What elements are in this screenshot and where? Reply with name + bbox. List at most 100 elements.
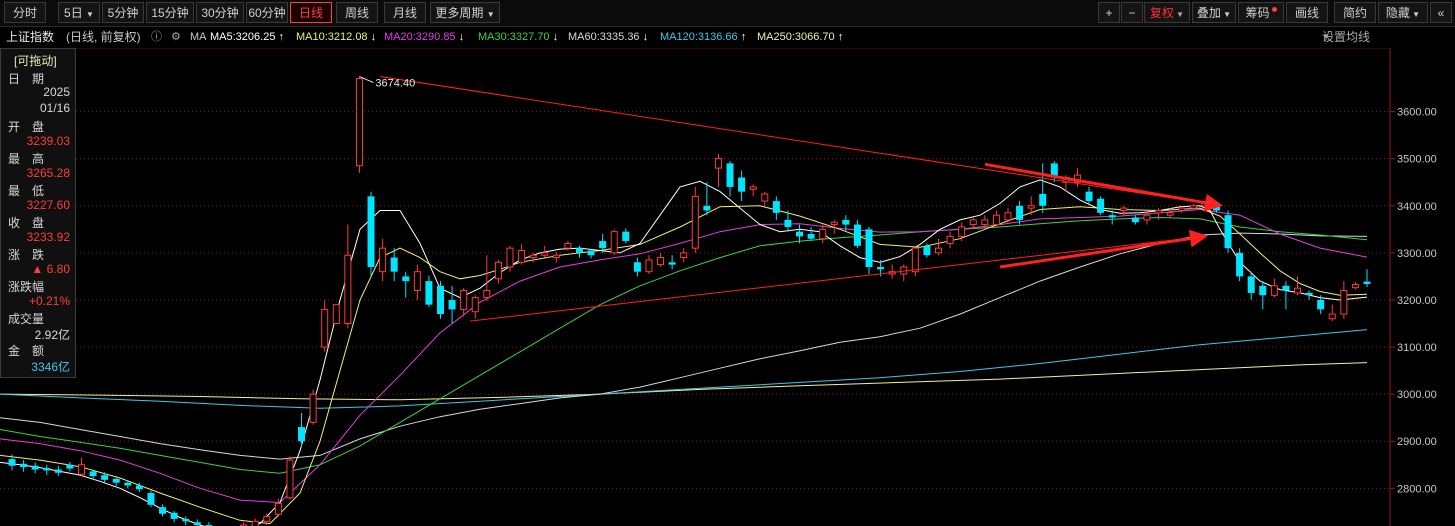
candle-body [934,247,942,254]
candle [738,170,746,202]
candle [703,182,711,216]
pct-label: 涨跌幅 [8,280,45,294]
help-icon[interactable]: ⓘ [151,27,162,47]
ma120-text: MA120:3136.66 [660,31,738,43]
toolbar-more-button[interactable]: « [1430,2,1452,23]
open-value: 3239.03 [26,134,70,148]
period-tab-daily[interactable]: 日线 [290,2,332,23]
candle [379,238,387,282]
y-tick-label: 3600.00 [1397,107,1437,119]
candle-body [1016,205,1024,220]
zoom-out-button[interactable]: − [1121,2,1143,23]
candle [332,304,340,324]
candle-body [101,475,109,480]
gear-icon[interactable]: ⚙ [171,27,181,47]
candle-body [1363,281,1371,284]
toolbar: 分时 5日 ▼ 5分钟 15分钟 30分钟 60分钟 日线 周线 月线 更多周期… [0,0,1455,27]
candle-body [714,158,722,169]
candle-body [633,262,641,272]
period-tab-30min[interactable]: 30分钟 [196,2,244,23]
period-tab-5day[interactable]: 5日 ▼ [58,2,100,23]
candle-body [182,518,190,522]
candle-body [124,482,132,486]
ma10-text: MA10:3212.08 [296,31,368,43]
candle-body [332,304,340,324]
candle [819,224,827,244]
date-value: 01/16 [39,101,70,115]
candle-body [1143,214,1151,221]
candle-body [1294,287,1302,294]
candle [344,224,352,329]
candle-body [390,257,398,272]
candle-body [483,290,491,299]
ma120-value: MA120:3136.66 ↑ [660,27,746,47]
chips-button[interactable]: 筹码 [1238,2,1284,23]
period-tab-15min[interactable]: 15分钟 [146,2,194,23]
candlestick-chart[interactable]: 3674.402689.70 2800.00 2900.00 3000.00 3100… [0,48,1455,526]
period-tab-5min[interactable]: 5分钟 [102,2,144,23]
candle-body [784,219,792,227]
chevron-down-icon: ▼ [486,10,495,19]
period-tab-monthly[interactable]: 月线 [384,2,426,23]
candle-body [865,229,873,267]
candle-body [529,254,537,259]
candle-body [772,201,780,213]
candle [193,519,201,526]
ma20-text: MA20:3290.85 [384,31,456,43]
candle-body [1236,252,1244,277]
amount-value: 3346亿 [31,360,70,374]
candle [286,456,294,501]
candle-body [1131,217,1139,223]
drag-handle-label[interactable]: [可拖动] [14,52,57,69]
candle-body [518,250,526,263]
overlay-button[interactable]: 叠加 ▼ [1192,2,1236,23]
candle-body [1317,299,1325,310]
candle-body [1004,212,1012,221]
more-periods-button[interactable]: 更多周期 ▼ [430,2,500,23]
candle-body [1224,215,1232,249]
open-label: 开 盘 [8,120,45,134]
candle [1270,278,1278,298]
candle-body [552,254,560,259]
candle [668,255,676,270]
candle-body [355,78,363,167]
draw-line-button[interactable]: 画线 [1286,2,1328,23]
candle-body [263,516,271,522]
chevron-double-left-icon: « [1437,6,1445,20]
candle-body [437,285,445,315]
close-label: 收 盘 [8,216,45,230]
candle [367,191,375,277]
overlay-label: 叠加 [1196,6,1221,20]
adjust-button[interactable]: 复权 ▼ [1144,2,1190,23]
candle [471,295,479,319]
candle [182,516,190,526]
notification-dot-icon [1271,7,1277,12]
candle [865,226,873,275]
ma30-arrow: ↓ [552,31,559,43]
volume-value: 2.92亿 [34,328,70,342]
candle-body [54,469,62,473]
candle-body [680,252,688,259]
period-tab-intraday[interactable]: 分时 [4,2,46,23]
candle-body [807,234,815,239]
candle-body [367,196,375,267]
hide-button[interactable]: 隐藏 ▼ [1378,2,1428,23]
ma250-arrow: ↑ [837,31,844,43]
high-annotation-label: 3674.40 [375,78,415,90]
candle-body [31,465,39,470]
candle [657,252,665,267]
candle [1120,205,1128,216]
simple-button[interactable]: 简约 [1334,2,1376,23]
candle-body [819,228,827,240]
candle-body [1328,313,1336,320]
y-tick-label: 2900.00 [1397,436,1437,448]
period-tab-weekly[interactable]: 周线 [336,2,378,23]
candle-body [1155,209,1163,214]
candle-body [657,257,665,266]
period-tab-60min[interactable]: 60分钟 [246,2,288,23]
ma5-line [0,179,1368,526]
info-panel[interactable]: [可拖动] 日 期 2025 01/16 开 盘 3239.03 最 高 326… [0,48,76,378]
y-tick-label: 2800.00 [1397,483,1437,495]
candle [20,460,28,472]
zoom-in-button[interactable]: + [1098,2,1120,23]
